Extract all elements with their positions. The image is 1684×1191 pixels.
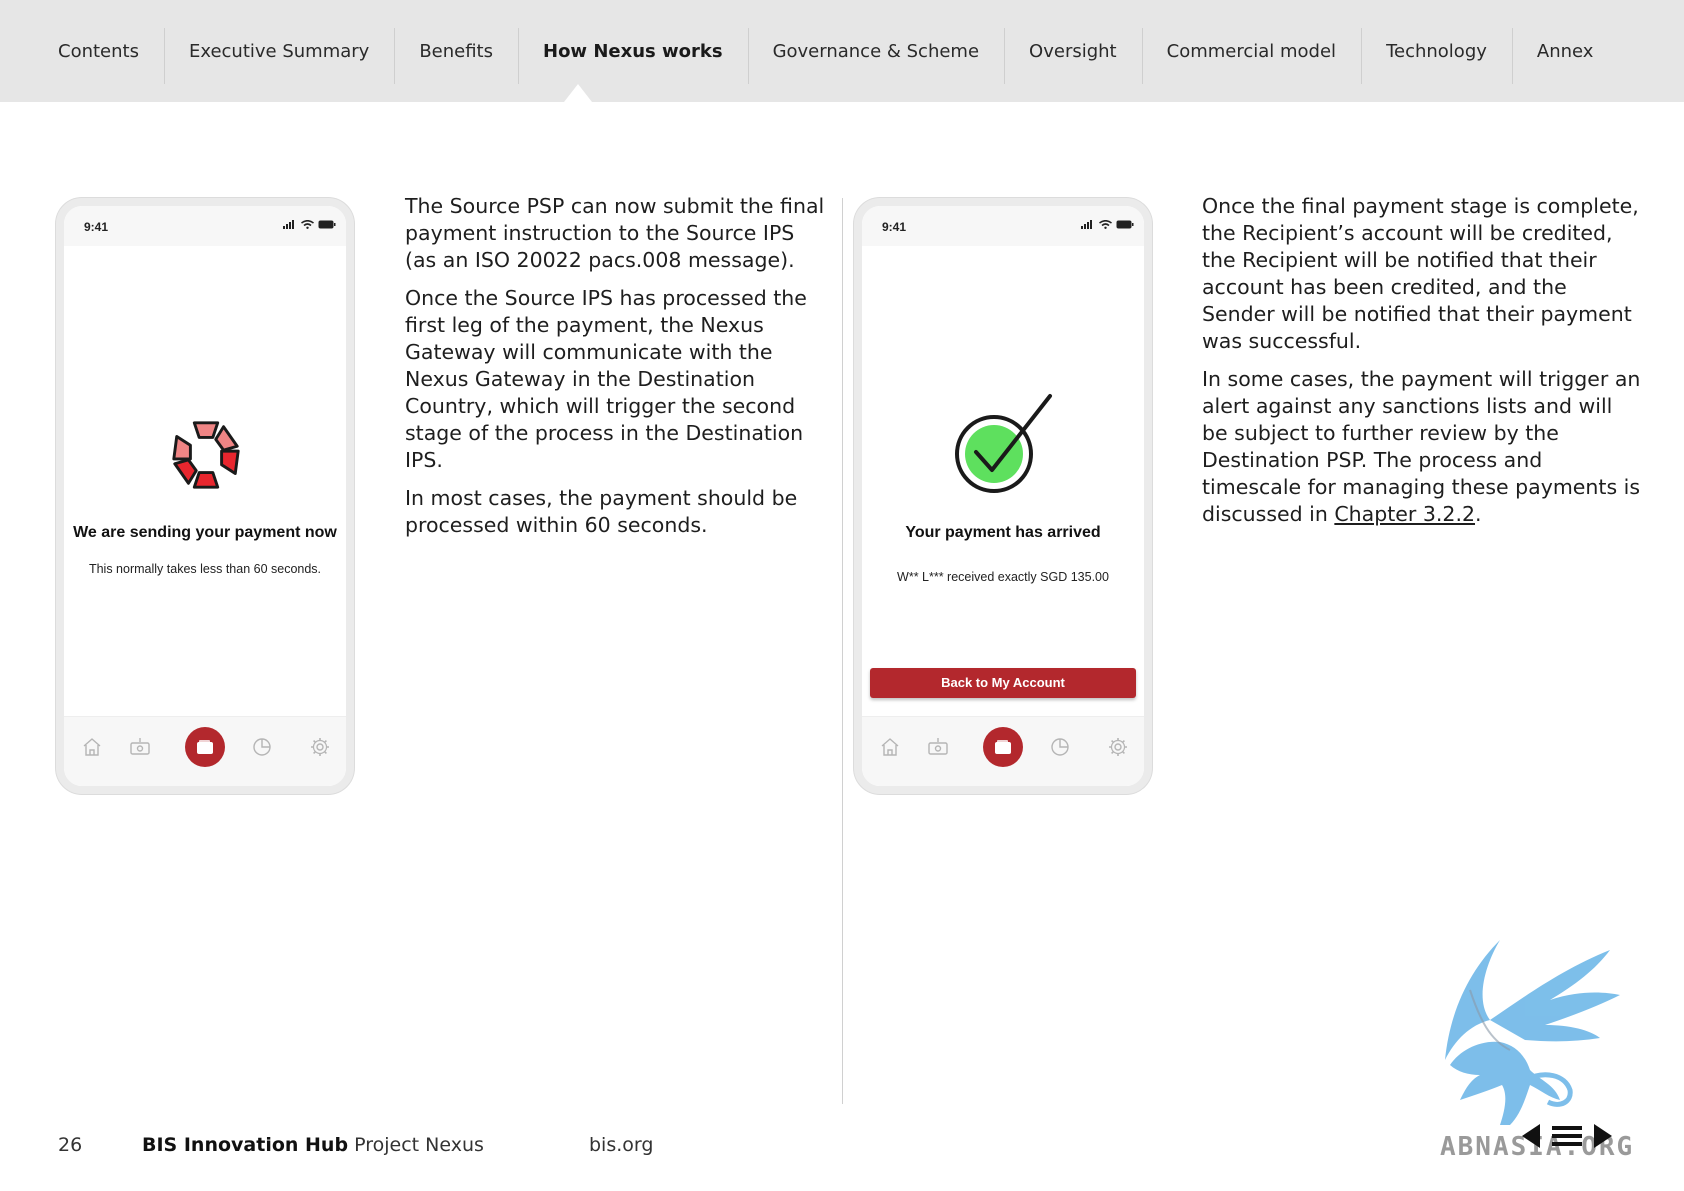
active-tab-indicator (564, 84, 592, 102)
nav-tab-executive-summary[interactable]: Executive Summary (163, 0, 394, 102)
money-icon[interactable] (128, 735, 152, 759)
sanctions-text-end: . (1475, 502, 1482, 526)
column-divider (842, 198, 843, 1104)
nav-tab-commercial-model[interactable]: Commercial model (1141, 0, 1361, 102)
battery-icon (318, 220, 336, 229)
battery-icon (1116, 220, 1134, 229)
phone-mockup-sending: 9:41 We are sending your payment now Thi… (56, 198, 354, 794)
status-icons (1081, 220, 1134, 229)
money-icon[interactable] (926, 735, 950, 759)
home-icon[interactable] (878, 735, 902, 759)
status-icons (283, 220, 336, 229)
chapter-link[interactable]: Chapter 3.2.2 (1334, 502, 1475, 526)
phone-status-bar: 9:41 (64, 206, 346, 246)
back-to-account-button[interactable]: Back to My Account (870, 668, 1136, 698)
wallet-icon (197, 740, 213, 754)
page-number: 26 (58, 1134, 83, 1156)
arrived-subtitle: W** L*** received exactly SGD 135.00 (897, 570, 1109, 584)
pie-chart-icon[interactable] (250, 735, 274, 759)
nav-tab-how-nexus-works[interactable]: How Nexus works (518, 0, 748, 102)
nav-tab-technology[interactable]: Technology (1361, 0, 1512, 102)
footer-org: BIS Innovation Hub (142, 1134, 349, 1156)
wallet-icon (995, 740, 1011, 754)
page-navigation (1520, 1122, 1614, 1150)
previous-page-icon[interactable] (1520, 1122, 1542, 1150)
paragraph-sanctions-review: In some cases, the payment will trigger … (1202, 366, 1642, 528)
nav-tab-governance-scheme[interactable]: Governance & Scheme (747, 0, 1004, 102)
pie-chart-icon[interactable] (1048, 735, 1072, 759)
loading-spinner-icon (172, 421, 240, 489)
footer-publication: BIS Innovation Hub Project Nexus (142, 1134, 484, 1156)
footer-site-link[interactable]: bis.org (589, 1134, 653, 1156)
text-column-2: Once the final payment stage is complete… (1202, 193, 1642, 539)
arrived-title: Your payment has arrived (905, 524, 1101, 541)
signal-icon (283, 220, 294, 229)
success-checkmark-icon (955, 394, 1052, 493)
paragraph-submit-instruction: The Source PSP can now submit the final … (405, 194, 825, 272)
phone-mockup-arrived: 9:41 Your payment has arrived W** L*** r… (854, 198, 1152, 794)
wallet-tab-button[interactable] (983, 727, 1023, 767)
paragraph-final-stage: Once the final payment stage is complete… (1202, 194, 1639, 353)
signal-icon (1081, 220, 1092, 229)
paragraph-gateway-communication: Once the Source IPS has processed the fi… (405, 286, 807, 472)
status-time: 9:41 (84, 220, 109, 234)
wallet-tab-button[interactable] (185, 727, 225, 767)
sending-title: We are sending your payment now (73, 524, 337, 541)
nav-tab-contents[interactable]: Contents (33, 0, 164, 102)
home-icon[interactable] (80, 735, 104, 759)
text-column-1: The Source PSP can now submit the final … (405, 193, 827, 550)
wifi-icon (1099, 220, 1112, 229)
gear-icon[interactable] (1106, 735, 1130, 759)
nav-tab-oversight[interactable]: Oversight (1004, 0, 1142, 102)
sending-subtitle: This normally takes less than 60 seconds… (88, 562, 322, 576)
wifi-icon (301, 220, 314, 229)
next-page-icon[interactable] (1592, 1122, 1614, 1150)
footer-project: Project Nexus (354, 1134, 484, 1156)
paragraph-processing-time: In most cases, the payment should be pro… (405, 486, 798, 537)
phone-status-bar: 9:41 (862, 206, 1144, 246)
phone-tab-bar (862, 716, 1144, 786)
nav-tab-annex[interactable]: Annex (1511, 0, 1619, 102)
status-time: 9:41 (882, 220, 907, 234)
nav-tabs: Contents Executive Summary Benefits How … (33, 0, 1618, 102)
top-nav: Contents Executive Summary Benefits How … (0, 0, 1684, 102)
nav-tab-benefits[interactable]: Benefits (394, 0, 518, 102)
gear-icon[interactable] (308, 735, 332, 759)
menu-icon[interactable] (1552, 1124, 1582, 1148)
phone-tab-bar (64, 716, 346, 786)
